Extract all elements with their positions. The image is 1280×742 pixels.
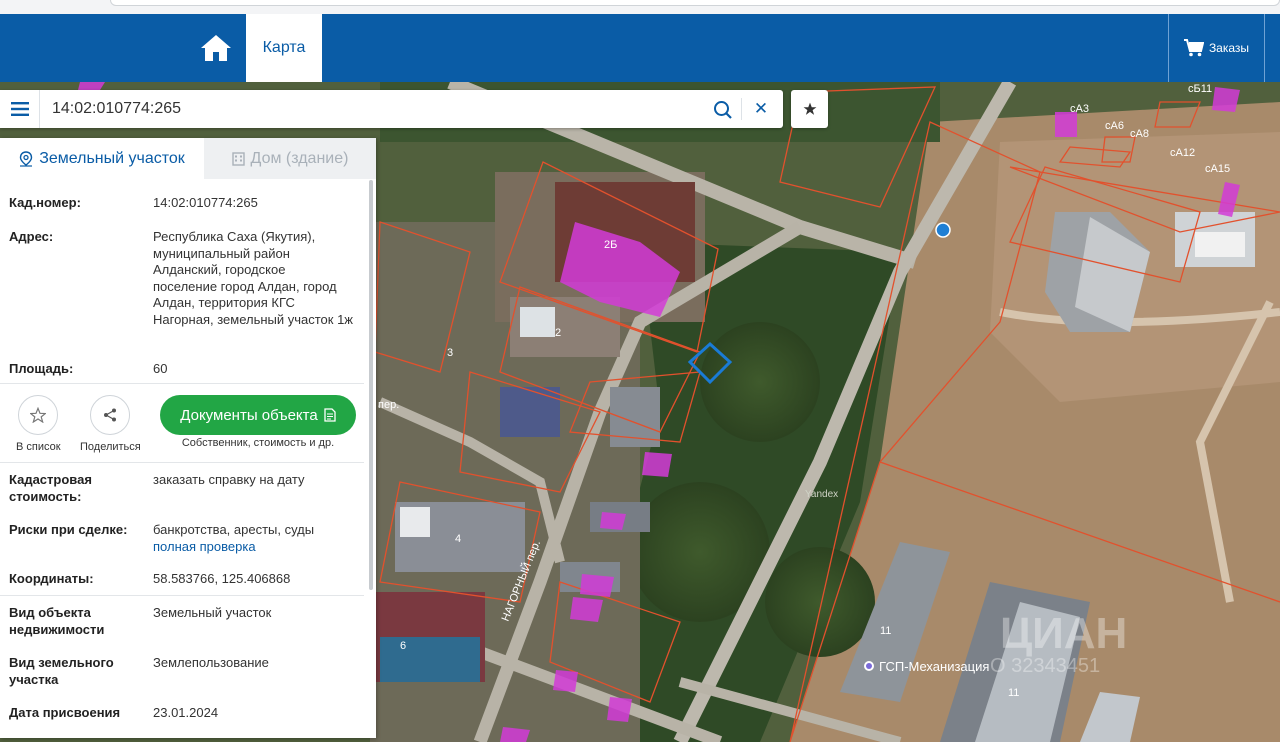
risks-value: банкротства, аресты, суды [153,522,315,537]
orders-button[interactable]: Заказы [1168,14,1265,82]
divider [0,383,364,384]
map-label-plot-3: 3 [447,347,453,359]
divider [0,595,364,596]
home-button[interactable] [194,28,238,68]
search-input[interactable] [52,90,692,128]
object-type-label: Вид объекта недвижимости [9,605,105,637]
star-outline-icon [30,407,47,423]
share-label: Поделиться [80,441,141,453]
map-label-ca12: сА12 [1170,147,1195,159]
add-to-list-button[interactable]: В список [16,395,61,453]
orders-label: Заказы [1208,41,1250,55]
map-label-ca6: сА6 [1105,120,1124,132]
share-icon [104,408,117,422]
header-bar: Карта Заказы [0,14,1280,82]
map-label-ca3: сА3 [1070,103,1089,115]
risks-value-block: банкротства, аресты, суды полная проверк… [153,522,353,555]
map-label-cb11: сБ11 [1188,83,1212,95]
cadastral-cost-label: Кадастровая стоимость: [9,472,92,504]
watermark-phone: О 32343451 [990,655,1100,677]
map-poi-label[interactable]: ГСП-Механизация [879,659,989,674]
map-label-plot-4: 4 [455,533,461,545]
coordinates-label: Координаты: [9,571,94,586]
panel-tabs: Земельный участок Дом (здание) [0,138,376,179]
map-label-ca15: сА15 [1205,163,1230,175]
address-value: Республика Саха (Якутия), муниципальный … [153,229,354,327]
area-value: 60 [153,361,168,376]
hamburger-icon [10,102,29,116]
add-to-list-label: В список [16,441,61,453]
map-label-plot-11b: 11 [1008,687,1019,699]
document-icon [324,408,336,422]
tab-land-label: Земельный участок [39,149,185,167]
favorites-button[interactable] [791,90,828,128]
tab-map[interactable]: Карта [246,14,322,82]
search-box: ✕ [0,90,783,128]
map-label-plot-2: 2 [555,327,561,339]
divider [0,462,364,463]
panel-scrollbar[interactable] [369,180,373,590]
search-separator [741,98,742,120]
full-check-link[interactable]: полная проверка [153,539,353,556]
order-certificate-link[interactable]: заказать справку на дату [153,472,353,489]
cad-number-value[interactable]: 14:02:010774:265 [153,195,353,212]
tab-house[interactable]: Дом (здание) [204,138,376,179]
home-icon [201,35,231,61]
tab-house-label: Дом (здание) [250,149,349,167]
watermark-logo-text: ЦИАН [1000,609,1127,658]
map-label-ca8: сА8 [1130,128,1149,140]
land-type-label: Вид земельного участка [9,655,114,687]
map-label-plot-11a: 11 [880,625,891,637]
map-label-yandex: Yandex [805,489,838,500]
assignment-date-label: Дата присвоения [9,705,121,720]
cart-icon [1183,39,1204,57]
documents-button-label: Документы объекта [180,406,318,424]
share-button[interactable]: Поделиться [80,395,141,453]
building-icon [231,151,245,166]
land-type-value: Землепользование [153,655,269,670]
browser-top-strip [0,0,1280,14]
object-type-value: Земельный участок [153,605,272,620]
star-icon [803,102,816,115]
assignment-date-value: 23.01.2024 [153,705,219,720]
area-label: Площадь: [9,361,74,376]
risks-label: Риски при сделке: [9,522,128,537]
map-label-plot-6: 6 [400,640,406,652]
documents-subtitle: Собственник, стоимость и др. [181,437,335,449]
object-info-panel: Земельный участок Дом (здание) Кад.номер… [0,138,376,738]
address-label: Адрес: [9,229,54,244]
map-label-plot-2b: 2Б [604,239,617,251]
share-circle[interactable] [90,395,131,435]
menu-button[interactable] [0,90,40,128]
add-to-list-circle[interactable] [18,395,59,435]
clear-icon[interactable]: ✕ [750,96,772,122]
tab-land-plot[interactable]: Земельный участок [0,138,204,179]
map-label-street-per: пер. [378,399,399,411]
coordinates-value: 58.583766, 125.406868 [153,571,291,586]
search-icon[interactable] [712,99,734,121]
land-pin-icon [19,150,33,167]
object-documents-button[interactable]: Документы объекта [160,395,356,435]
cad-number-label: Кад.номер: [9,195,81,210]
browser-address-pill [110,0,1280,6]
